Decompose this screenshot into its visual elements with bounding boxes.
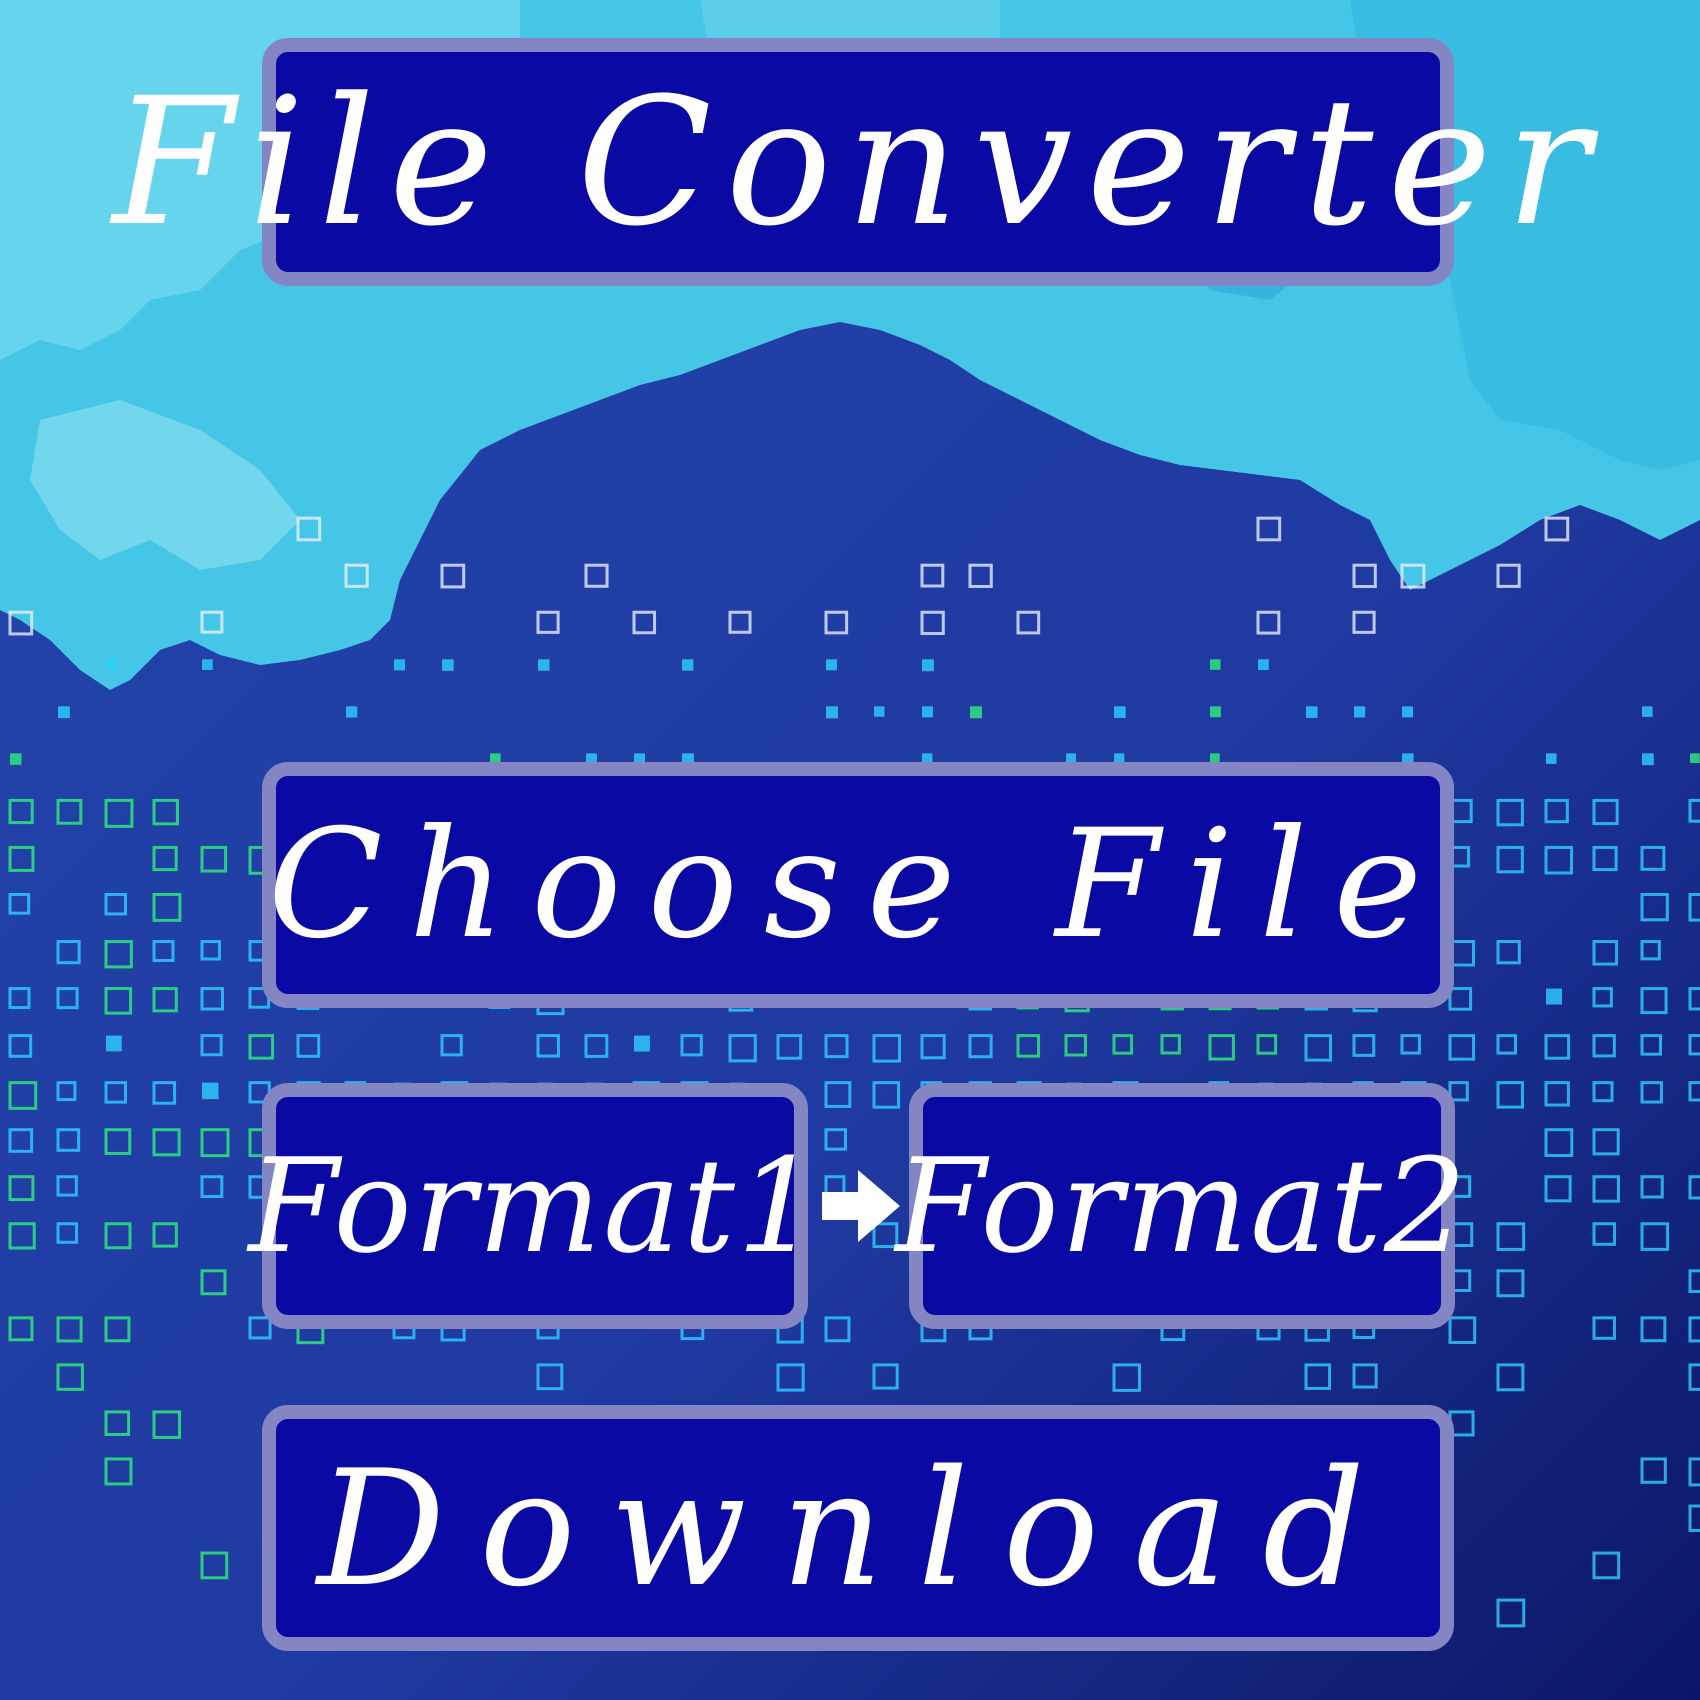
download-label: Download — [317, 1434, 1399, 1622]
pixel-square — [1210, 706, 1221, 718]
pixel-square — [202, 1082, 219, 1100]
pixel-square — [442, 659, 454, 671]
pixel-square — [874, 706, 885, 717]
source-format-label: Format1 — [248, 1130, 822, 1282]
pixel-square — [826, 659, 837, 671]
download-button[interactable]: Download — [262, 1405, 1454, 1651]
pixel-square — [1690, 753, 1700, 764]
pixel-square — [1546, 988, 1563, 1005]
target-format-label: Format2 — [895, 1130, 1469, 1282]
pixel-square — [1114, 706, 1126, 718]
pixel-square — [682, 659, 694, 671]
pixel-square — [538, 659, 550, 671]
pixel-square — [10, 753, 22, 765]
pixel-square — [58, 706, 70, 719]
pixel-square — [1210, 659, 1221, 670]
pixel-square — [1642, 753, 1654, 766]
pixel-square — [1258, 659, 1269, 671]
pixel-square — [1354, 706, 1366, 718]
right-arrow-icon — [822, 1170, 900, 1242]
pixel-square — [346, 706, 358, 718]
pixel-square — [1546, 753, 1557, 764]
app-title-banner: File Converter — [112, 38, 1590, 286]
choose-file-button[interactable]: Choose File — [262, 762, 1454, 1008]
pixel-square — [1306, 706, 1318, 718]
pixel-square — [922, 706, 933, 718]
pixel-square — [826, 706, 838, 719]
pixel-square — [634, 1035, 650, 1052]
app-title: File Converter — [112, 59, 1604, 265]
source-format-button[interactable]: Format1 — [248, 1083, 820, 1329]
pixel-square — [394, 659, 406, 671]
pixel-square — [106, 659, 118, 671]
pixel-square — [106, 1035, 122, 1052]
pixel-square — [202, 659, 213, 671]
pixel-square — [922, 659, 934, 672]
pixel-square — [1642, 706, 1653, 717]
pixel-square — [1402, 706, 1414, 718]
target-format-button[interactable]: Format2 — [895, 1083, 1467, 1329]
pixel-square — [970, 706, 982, 719]
choose-file-label: Choose File — [267, 798, 1449, 972]
